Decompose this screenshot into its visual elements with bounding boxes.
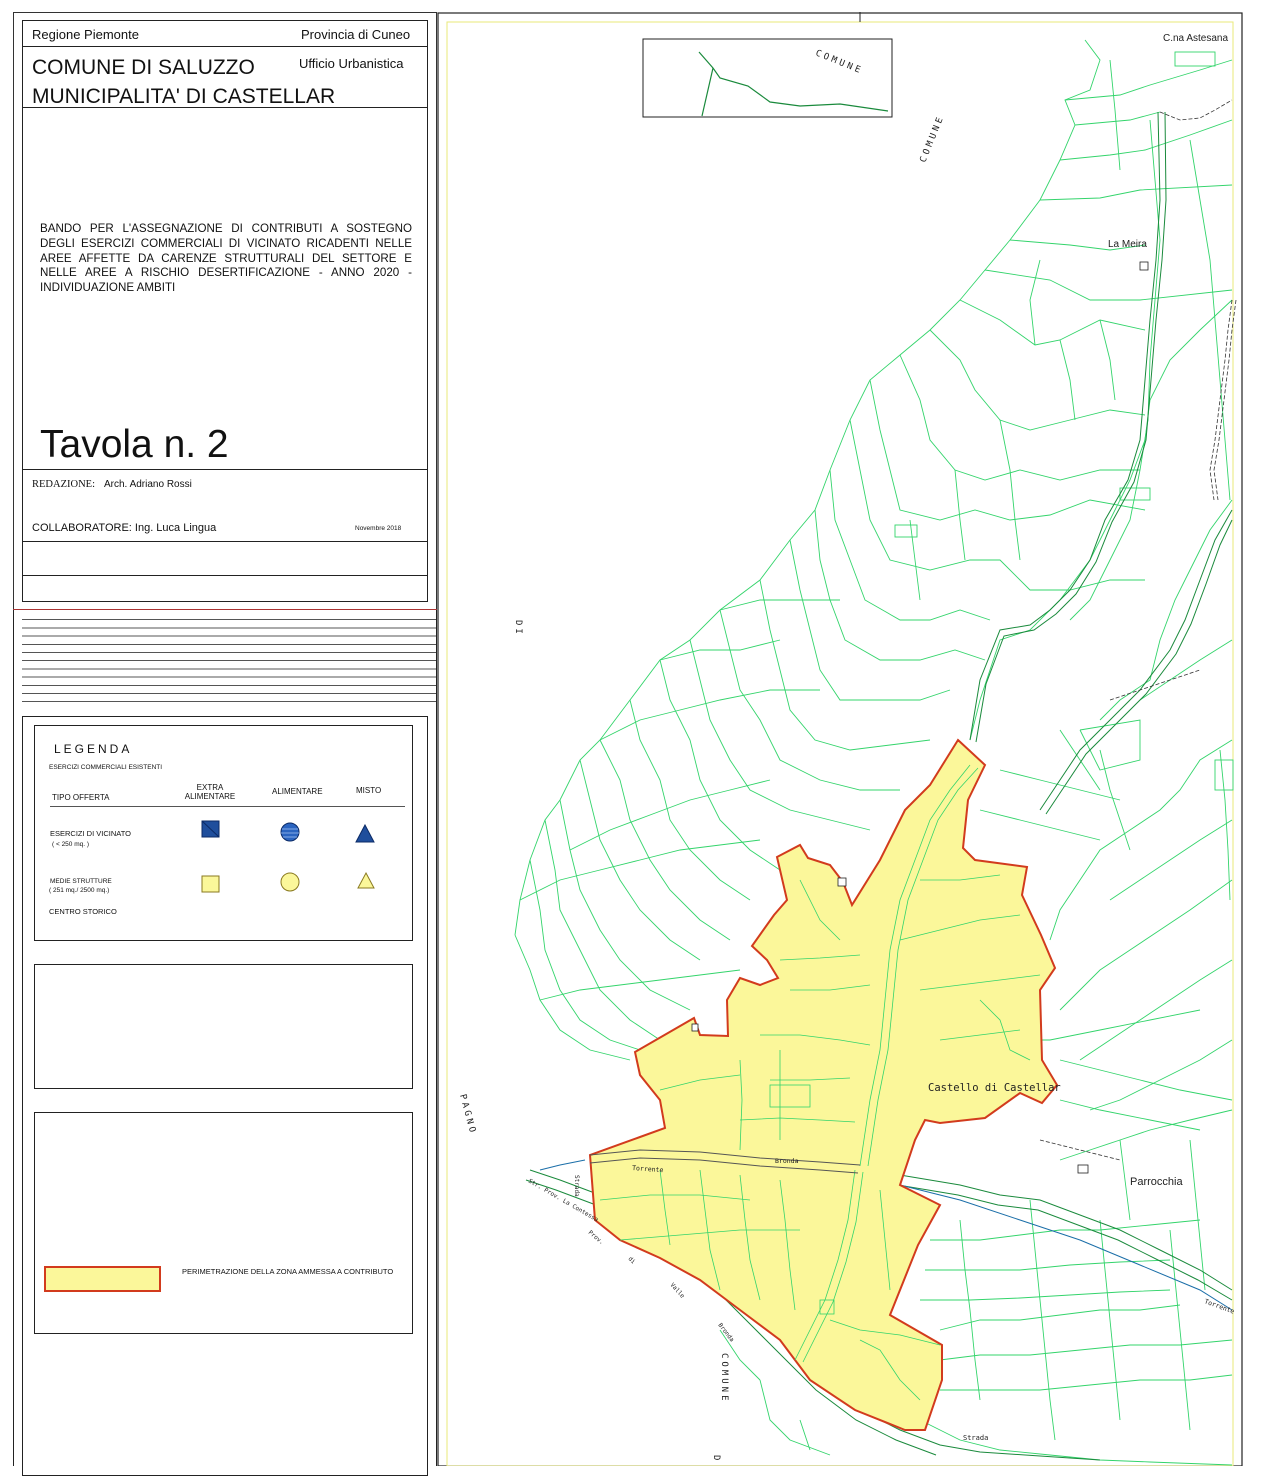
label-strada-1: Strada: [573, 1175, 580, 1197]
legend-title: LEGENDA: [54, 742, 133, 756]
legend-col-misto: MISTO: [356, 786, 382, 795]
legend-row-medie-2: ( 251 mq./ 2500 mq.): [49, 887, 110, 894]
inset-box: [642, 38, 893, 118]
vicinato-square-icon: [201, 820, 220, 838]
label-castello: Castello di Castellar: [928, 1082, 1061, 1094]
redazione-name: Arch. Adriano Rossi: [104, 479, 192, 490]
province-label: Provincia di Cuneo: [301, 27, 411, 42]
legend-subtitle: ESERCIZI COMMERCIALI ESISTENTI: [49, 764, 163, 771]
left-frame-line: [13, 610, 14, 1466]
label-comune-3: COMUNE: [719, 1353, 729, 1404]
label-bronda: Bronda: [775, 1157, 799, 1165]
redazione-label: REDAZIONE:: [32, 479, 95, 490]
label-cna-astesana: C.na Astesana: [1163, 33, 1228, 44]
municipalita-title: MUNICIPALITA' DI CASTELLAR: [32, 85, 336, 108]
legend-col-extra: EXTRA ALIMENTARE: [170, 783, 250, 801]
bando-description: BANDO PER L'ASSEGNAZIONE DI CONTRIBUTI A…: [40, 222, 412, 295]
medie-triangle-icon: [357, 871, 375, 889]
legend-empty-box: [34, 964, 413, 1089]
zone-swatch: [44, 1266, 161, 1292]
label-di-1: DI: [513, 620, 523, 637]
legend-tipo-offerta: TIPO OFFERTA: [52, 793, 110, 802]
legend-header-line: [50, 806, 405, 807]
legend-col-alimentare: ALIMENTARE: [272, 787, 323, 796]
zone-description: PERIMETRAZIONE DELLA ZONA AMMESSA A CONT…: [182, 1267, 394, 1276]
striped-band: [22, 612, 436, 706]
legend-row-vicinato-1: ESERCIZI DI VICINATO: [50, 829, 131, 838]
legend-col-extra-1: EXTRA: [196, 783, 224, 792]
legend-symbols: [201, 820, 375, 893]
vicinato-triangle-icon: [355, 823, 375, 843]
label-di-3: D: [711, 1455, 721, 1460]
cadastral-map: C.na Astesana La Meira Castello di Caste…: [437, 12, 1243, 1466]
title-divider-1: [22, 46, 428, 47]
label-la-meira: La Meira: [1108, 239, 1147, 250]
title-divider-3: [22, 469, 428, 470]
legend-zone-box: [34, 1112, 413, 1334]
legend-row-vicinato-2: ( < 250 mq. ): [52, 841, 90, 848]
legend-col-extra-2: ALIMENTARE: [184, 792, 236, 801]
title-divider-5: [22, 575, 428, 576]
ufficio-label: Ufficio Urbanistica: [299, 56, 404, 71]
vicinato-circle-icon: [280, 822, 300, 842]
collaboratore-label: COLLABORATORE: Ing. Luca Lingua: [32, 522, 217, 534]
title-divider-4: [22, 541, 428, 542]
title-divider-red: [13, 609, 437, 610]
medie-square-icon: [201, 875, 220, 893]
comune-title: COMUNE DI SALUZZO: [32, 56, 255, 79]
medie-circle-icon: [280, 872, 300, 892]
label-parrocchia: Parrocchia: [1130, 1176, 1183, 1188]
label-strada-2: Strada: [963, 1434, 988, 1442]
region-label: Regione Piemonte: [32, 27, 139, 42]
legend-row-centro: CENTRO STORICO: [49, 907, 117, 916]
legend-row-medie-1: MEDIE STRUTTURE: [50, 878, 112, 885]
date-label: Novembre 2018: [355, 525, 402, 532]
tavola-number: Tavola n. 2: [40, 423, 229, 466]
